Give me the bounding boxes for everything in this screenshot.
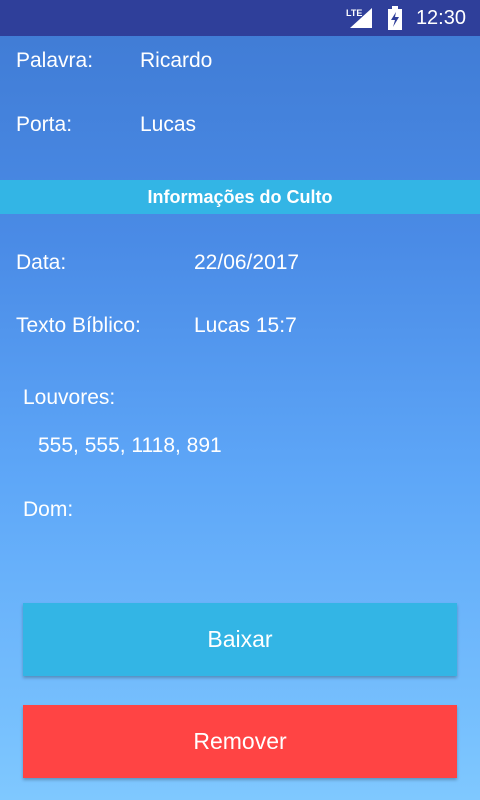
status-bar: LTE 12:30 [0, 0, 480, 36]
palavra-label: Palavra: [16, 49, 94, 72]
download-button[interactable]: Baixar [23, 603, 457, 676]
porta-value: Lucas [140, 113, 197, 136]
remove-button-label: Remover [193, 728, 287, 754]
louvores-value: 555, 555, 1118, 891 [38, 434, 222, 457]
download-button-label: Baixar [207, 626, 273, 652]
data-label: Data: [16, 251, 67, 274]
palavra-value: Ricardo [140, 49, 213, 72]
lte-signal-icon: LTE [346, 6, 374, 30]
texto-biblico-label: Texto Bíblico: [16, 314, 141, 337]
svg-text:LTE: LTE [346, 8, 362, 18]
remove-button[interactable]: Remover [23, 705, 457, 778]
section-header: Informações do Culto [0, 180, 480, 214]
texto-biblico-value: Lucas 15:7 [194, 314, 297, 337]
louvores-label: Louvores: [23, 386, 116, 409]
dom-label: Dom: [23, 498, 74, 521]
data-value: 22/06/2017 [194, 251, 300, 274]
porta-label: Porta: [16, 113, 73, 136]
section-title: Informações do Culto [147, 186, 333, 207]
battery-charging-icon [387, 6, 402, 30]
status-time: 12:30 [415, 6, 466, 29]
